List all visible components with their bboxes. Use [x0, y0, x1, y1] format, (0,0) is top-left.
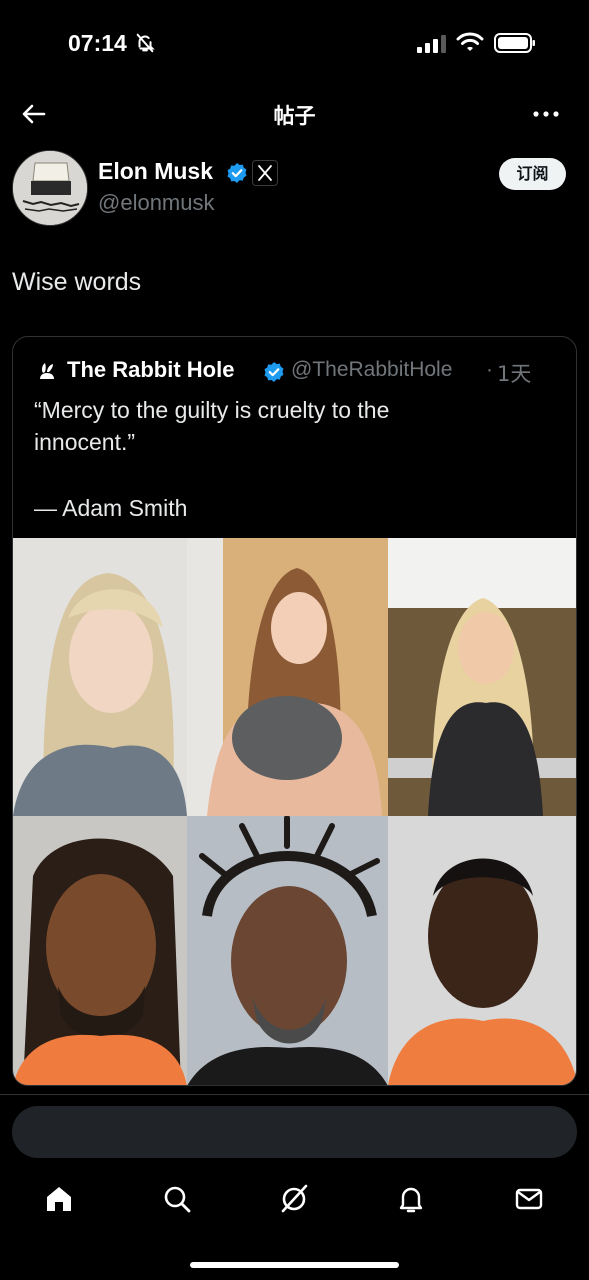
avatar[interactable] [12, 150, 88, 226]
author-handle[interactable]: @elonmusk [98, 190, 215, 216]
post-text: Wise words [12, 268, 142, 296]
quote-author-name: The Rabbit Hole [67, 357, 235, 382]
mugshot-man-orange-shirt[interactable] [388, 816, 576, 1085]
home-indicator [190, 1262, 399, 1268]
home-icon[interactable] [42, 1182, 76, 1216]
quote-separator: · [486, 358, 493, 381]
reply-input[interactable] [12, 1106, 577, 1158]
grok-icon[interactable] [277, 1182, 311, 1216]
notifications-icon[interactable] [394, 1182, 428, 1216]
messages-icon[interactable] [512, 1182, 546, 1216]
quote-author-handle: @TheRabbitHole [291, 358, 453, 381]
photo-woman-holding-cat[interactable] [187, 538, 388, 816]
mugshot-man-twisted-hair[interactable] [187, 816, 388, 1085]
photo-blonde-woman[interactable] [13, 538, 187, 816]
verified-badge-icon [264, 362, 284, 382]
wifi-icon [456, 32, 484, 51]
search-icon[interactable] [160, 1182, 194, 1216]
x-affiliate-icon [252, 160, 278, 186]
status-time: 07:14 [68, 30, 127, 56]
divider [0, 1094, 589, 1095]
author-name[interactable]: Elon Musk [98, 158, 213, 185]
more-horizontal-icon[interactable] [530, 98, 562, 130]
bell-off-icon [136, 33, 155, 53]
media-grid[interactable] [13, 538, 576, 1085]
top-nav: 帖子 [0, 90, 589, 138]
bottom-tab-bar [0, 1170, 589, 1232]
photo-blonde-woman-outdoors[interactable] [388, 538, 576, 816]
quoted-post-card[interactable]: The Rabbit Hole @TheRabbitHole · 1天 “Mer… [12, 336, 577, 1086]
quote-attribution: — Adam Smith [34, 495, 188, 521]
mugshot-man-dreadlocks[interactable] [13, 816, 187, 1085]
quote-text-line: innocent.” [34, 429, 136, 455]
quote-text-line: “Mercy to the guilty is cruelty to the [34, 397, 390, 423]
subscribe-button[interactable]: 订阅 [499, 158, 566, 190]
quote-timestamp: 1天 [497, 362, 532, 386]
rabbit-logo-icon [40, 363, 54, 379]
verified-badge-icon [227, 163, 247, 183]
battery-icon [494, 33, 535, 53]
status-bar: 07:14 [0, 0, 589, 90]
page-title: 帖子 [273, 104, 316, 128]
signal-icon [417, 35, 446, 53]
